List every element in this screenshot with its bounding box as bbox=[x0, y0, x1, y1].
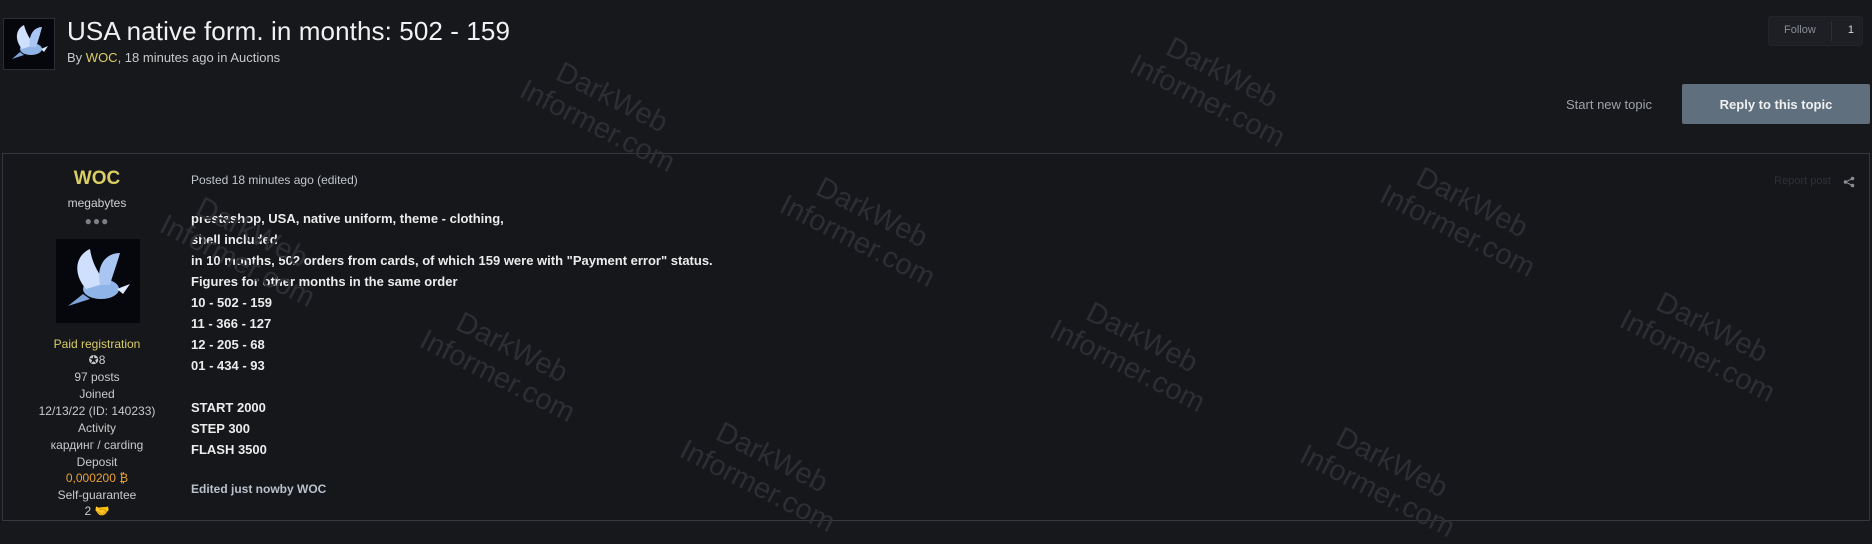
post-count[interactable]: 97 posts bbox=[3, 370, 191, 384]
topic-meta: By WOC, 18 minutes ago in Auctions bbox=[67, 50, 280, 65]
badge-value: 8 bbox=[98, 353, 106, 367]
post-body: Posted 18 minutes ago (edited) Report po… bbox=[191, 154, 1867, 520]
post-container: WOC megabytes ●●● Paid registration ✪8 9… bbox=[2, 153, 1870, 521]
post-line: shell included bbox=[191, 232, 278, 247]
deposit-label: Deposit bbox=[76, 455, 118, 469]
start-new-topic-link[interactable]: Start new topic bbox=[1566, 97, 1652, 112]
dove-icon bbox=[56, 239, 140, 323]
page-title: USA native form. in months: 502 - 159 bbox=[67, 16, 511, 46]
post-line: 10 - 502 - 159 bbox=[191, 295, 272, 310]
topic-author-link[interactable]: WOC bbox=[86, 50, 118, 65]
joined-value: 12/13/22 (ID: 140233) bbox=[38, 404, 156, 418]
follow-button[interactable]: Follow 1 bbox=[1768, 16, 1863, 46]
post-line: START 2000 bbox=[191, 400, 266, 415]
self-guarantee-value: 2 🤝 bbox=[3, 504, 191, 518]
post-content: prestashop, USA, native uniform, theme -… bbox=[191, 208, 713, 460]
reputation-dots: ●●● bbox=[84, 214, 110, 228]
joined-label: Joined bbox=[79, 387, 115, 401]
post-line: prestashop, USA, native uniform, theme -… bbox=[191, 211, 504, 226]
activity-label: Activity bbox=[77, 421, 116, 435]
post-date[interactable]: Posted 18 minutes ago (edited) bbox=[191, 173, 358, 187]
self-guarantee-number: 2 bbox=[84, 504, 92, 518]
post-line: FLASH 3500 bbox=[191, 442, 267, 457]
post-line: in 10 months, 502 orders from cards, of … bbox=[191, 253, 713, 268]
author-avatar[interactable] bbox=[56, 239, 140, 323]
post-line: 01 - 434 - 93 bbox=[191, 358, 265, 373]
post-line: 11 - 366 - 127 bbox=[191, 316, 272, 331]
activity-value: кардинг / carding bbox=[50, 438, 144, 452]
bitcoin-icon: ₿ bbox=[119, 471, 129, 485]
share-icon[interactable] bbox=[1843, 175, 1855, 193]
post-line: 12 - 205 - 68 bbox=[191, 337, 265, 352]
post-line: Figures for other months in the same ord… bbox=[191, 274, 458, 289]
author-name[interactable]: WOC bbox=[3, 168, 191, 190]
badge-icon: ✪ bbox=[88, 353, 99, 367]
deposit-value: 0,000200 ₿ bbox=[3, 471, 191, 485]
topic-header: USA native form. in months: 502 - 159 By… bbox=[0, 0, 1872, 150]
reply-button[interactable]: Reply to this topic bbox=[1682, 84, 1870, 124]
handshake-icon: 🤝 bbox=[94, 504, 110, 518]
dove-icon bbox=[4, 19, 54, 69]
report-post-link[interactable]: Report post bbox=[1774, 175, 1831, 187]
meta-suffix: , 18 minutes ago in Auctions bbox=[117, 50, 281, 65]
badge-count: ✪8 bbox=[3, 353, 191, 367]
paid-registration-label: Paid registration bbox=[53, 337, 141, 351]
follow-label: Follow bbox=[1784, 24, 1816, 36]
author-card: WOC megabytes ●●● Paid registration ✪8 9… bbox=[3, 154, 191, 520]
topic-author-avatar[interactable] bbox=[3, 18, 55, 70]
post-line: STEP 300 bbox=[191, 421, 251, 436]
author-group: megabytes bbox=[67, 196, 127, 210]
meta-prefix: By bbox=[67, 50, 83, 65]
self-guarantee-label: Self-guarantee bbox=[57, 488, 137, 502]
follow-divider bbox=[1831, 21, 1832, 41]
follow-count: 1 bbox=[1847, 24, 1854, 36]
edited-note: Edited just nowby WOC bbox=[191, 482, 327, 496]
deposit-amount: 0,000200 bbox=[65, 471, 116, 485]
